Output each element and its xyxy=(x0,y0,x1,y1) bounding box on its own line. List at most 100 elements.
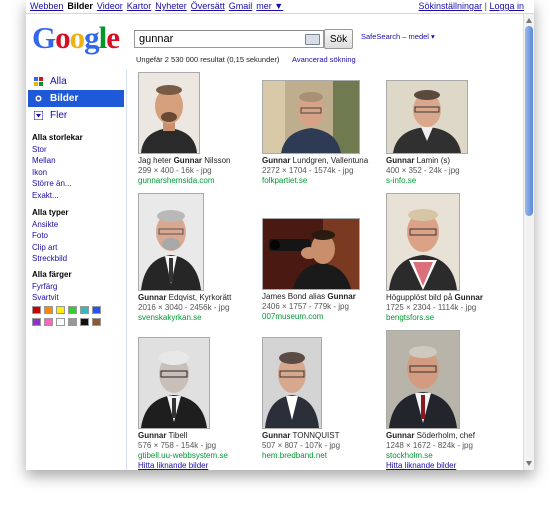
result-source[interactable]: folkpartiet.se xyxy=(262,176,384,186)
size-filter-stor[interactable]: Stor xyxy=(32,144,83,156)
nav-videor[interactable]: Videor xyxy=(97,1,123,11)
chevron-down-icon xyxy=(34,111,43,120)
result-meta: 576 × 758 - 154k - jpg xyxy=(138,441,217,450)
image-result[interactable]: Gunnar Lundgren, Vallentuna 2272 × 1704 … xyxy=(262,80,384,186)
title-bold: Gunnar xyxy=(138,431,167,440)
size-filter-mellan[interactable]: Mellan xyxy=(32,155,83,167)
advanced-search-link[interactable]: Avancerad sökning xyxy=(292,55,356,64)
scrollbar-thumb[interactable] xyxy=(525,26,533,216)
scroll-down-arrow-icon[interactable] xyxy=(526,461,532,466)
mode-bilder[interactable]: Bilder xyxy=(28,90,124,107)
nav-bilder[interactable]: Bilder xyxy=(67,1,93,11)
image-result[interactable]: Gunnar Lamin (s) 400 × 352 - 24k - jpg s… xyxy=(386,80,508,186)
result-thumbnail[interactable] xyxy=(262,337,322,429)
result-title[interactable]: Gunnar TONNQUIST xyxy=(262,431,384,441)
vertical-scrollbar[interactable] xyxy=(523,14,534,470)
result-title[interactable]: Gunnar Söderholm, chef xyxy=(386,431,508,441)
title-bold: Gunnar xyxy=(386,431,415,440)
color-swatch[interactable] xyxy=(92,306,101,314)
nav-more-menu[interactable]: mer ▼ xyxy=(256,1,283,11)
color-filter-header[interactable]: Alla färger xyxy=(32,269,72,281)
color-filter-group: Alla färger Fyrfärg Svartvit xyxy=(32,269,72,304)
result-thumbnail[interactable] xyxy=(386,80,468,154)
result-source[interactable]: s-info.se xyxy=(386,176,508,186)
result-source[interactable]: bengtsfors.se xyxy=(386,313,508,323)
virtual-keyboard-icon[interactable] xyxy=(305,34,320,45)
result-source[interactable]: gunnarshemsida.com xyxy=(138,176,260,186)
color-swatch[interactable] xyxy=(80,318,89,326)
color-swatch[interactable] xyxy=(92,318,101,326)
portrait-image xyxy=(139,194,203,290)
result-thumbnail[interactable] xyxy=(262,218,360,290)
color-swatch[interactable] xyxy=(68,318,77,326)
mode-label: Alla xyxy=(50,76,67,87)
color-swatch[interactable] xyxy=(32,318,41,326)
search-button[interactable]: Sök xyxy=(324,29,353,49)
color-filter-bw[interactable]: Svartvit xyxy=(32,292,72,304)
login-link[interactable]: Logga in xyxy=(489,1,524,11)
image-result[interactable]: James Bond alias Gunnar 2406 × 1757 - 77… xyxy=(262,218,384,322)
mode-fler[interactable]: Fler xyxy=(28,107,124,124)
type-filter-clipart[interactable]: Clip art xyxy=(32,242,68,254)
size-filter-exact[interactable]: Exakt... xyxy=(32,190,83,202)
type-filter-header[interactable]: Alla typer xyxy=(32,207,68,219)
result-title[interactable]: Gunnar Lundgren, Vallentuna xyxy=(262,156,384,166)
find-similar-link[interactable]: Hitta liknande bilder xyxy=(386,461,508,470)
mode-alla[interactable]: Alla xyxy=(28,73,124,90)
color-swatch[interactable] xyxy=(80,306,89,314)
result-title[interactable]: Gunnar Lamin (s) xyxy=(386,156,508,166)
size-filter-larger-than[interactable]: Större än... xyxy=(32,178,83,190)
result-thumbnail[interactable] xyxy=(262,80,360,154)
result-thumbnail[interactable] xyxy=(138,72,200,154)
image-result[interactable]: Gunnar TONNQUIST 507 × 807 - 107k - jpg … xyxy=(262,337,384,461)
result-title[interactable]: Jag heter Gunnar Nilsson xyxy=(138,156,260,166)
result-thumbnail[interactable] xyxy=(138,337,210,429)
color-swatch[interactable] xyxy=(44,318,53,326)
result-source[interactable]: 007museum.com xyxy=(262,312,384,322)
result-title[interactable]: James Bond alias Gunnar xyxy=(262,292,384,302)
nav-oversatt[interactable]: Översätt xyxy=(191,1,225,11)
image-result[interactable]: Gunnar Tibell 576 × 758 - 154k - jpg gti… xyxy=(138,337,260,470)
title-bold: Gunnar xyxy=(262,156,291,165)
result-meta: 1248 × 1672 - 824k - jpg xyxy=(386,441,473,450)
result-title[interactable]: Gunnar Edqvist, Kyrkorätt xyxy=(138,293,260,303)
result-thumbnail[interactable] xyxy=(386,330,460,429)
image-result[interactable]: Högupplöst bild på Gunnar 1725 × 2304 - … xyxy=(386,193,508,323)
title-text: Lundgren, Vallentuna xyxy=(290,156,369,165)
result-source[interactable]: svenskakyrkan.se xyxy=(138,313,260,323)
result-source[interactable]: hem.bredband.net xyxy=(262,451,384,461)
size-filter-ikon[interactable]: Ikon xyxy=(32,167,83,179)
color-swatch[interactable] xyxy=(56,306,65,314)
color-swatch[interactable] xyxy=(56,318,65,326)
color-swatch[interactable] xyxy=(68,306,77,314)
image-result[interactable]: Gunnar Söderholm, chef 1248 × 1672 - 824… xyxy=(386,330,508,470)
search-settings-link[interactable]: Sökinställningar xyxy=(419,1,483,11)
logo-letter: G xyxy=(32,20,56,55)
mode-label: Bilder xyxy=(50,93,79,104)
image-result[interactable]: Jag heter Gunnar Nilsson 299 × 400 - 16k… xyxy=(138,72,260,186)
color-swatch[interactable] xyxy=(44,306,53,314)
result-title[interactable]: Högupplöst bild på Gunnar xyxy=(386,293,508,303)
scroll-up-arrow-icon[interactable] xyxy=(526,18,532,23)
nav-kartor[interactable]: Kartor xyxy=(127,1,152,11)
result-source[interactable]: stockholm.se xyxy=(386,451,508,461)
result-thumbnail[interactable] xyxy=(386,193,460,291)
nav-nyheter[interactable]: Nyheter xyxy=(155,1,187,11)
image-result[interactable]: Gunnar Edqvist, Kyrkorätt 2016 × 3040 - … xyxy=(138,193,260,323)
title-bold: Gunnar xyxy=(454,293,483,302)
type-filter-face[interactable]: Ansikte xyxy=(32,219,68,231)
safesearch-dropdown[interactable]: SafeSearch – medel ▾ xyxy=(361,32,435,41)
nav-gmail[interactable]: Gmail xyxy=(229,1,253,11)
size-filter-header[interactable]: Alla storlekar xyxy=(32,132,83,144)
color-filter-full[interactable]: Fyrfärg xyxy=(32,281,72,293)
result-title[interactable]: Gunnar Tibell xyxy=(138,431,260,441)
nav-webben[interactable]: Webben xyxy=(30,1,63,11)
find-similar-link[interactable]: Hitta liknande bilder xyxy=(138,461,260,470)
result-thumbnail[interactable] xyxy=(138,193,204,291)
type-filter-photo[interactable]: Foto xyxy=(32,230,68,242)
color-swatch[interactable] xyxy=(32,306,41,314)
google-logo[interactable]: Google xyxy=(32,20,120,56)
search-input[interactable] xyxy=(134,30,324,48)
type-filter-lineart[interactable]: Streckbild xyxy=(32,253,68,265)
result-source[interactable]: gtibell.uu-webbsystem.se xyxy=(138,451,260,461)
